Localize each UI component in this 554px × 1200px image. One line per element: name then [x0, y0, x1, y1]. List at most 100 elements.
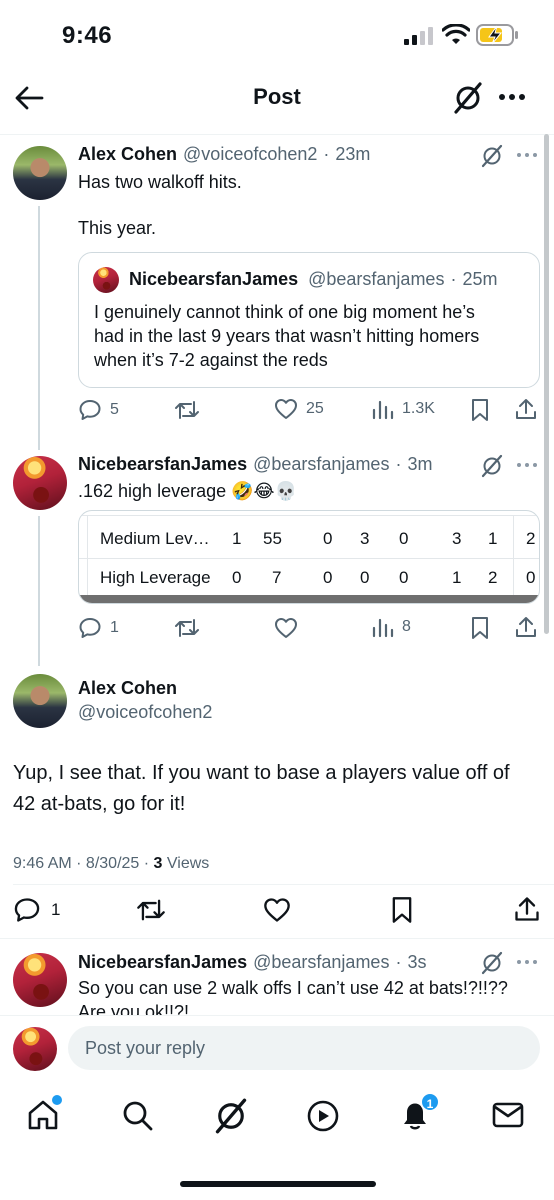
- views-label[interactable]: Views: [162, 855, 209, 872]
- reply-button[interactable]: 1: [78, 616, 119, 640]
- like-count: 25: [306, 400, 324, 417]
- grok-button[interactable]: [480, 144, 504, 168]
- post-time: 25m: [462, 269, 498, 289]
- thread-line: [38, 516, 40, 666]
- home-indicator: [180, 1181, 376, 1187]
- bookmark-button[interactable]: [470, 616, 490, 640]
- reply-button[interactable]: 5: [78, 398, 119, 422]
- tweet-more-button[interactable]: [516, 152, 538, 158]
- reply-post[interactable]: NicebearsfanJames @bearsfanjames · 3s So…: [0, 939, 554, 1015]
- reply-icon: [79, 618, 101, 638]
- reply-placeholder: Post your reply: [85, 1038, 206, 1058]
- views-button[interactable]: 8: [372, 616, 411, 638]
- table-cell: 3: [452, 529, 462, 548]
- new-posts-dot: [52, 1095, 62, 1105]
- author-handle[interactable]: @bearsfanjames: [253, 952, 389, 973]
- tweet-text: Are you ok!!?!: [78, 1002, 190, 1015]
- avatar[interactable]: [13, 146, 67, 200]
- heart-icon: [275, 399, 297, 419]
- nav-home[interactable]: [26, 1095, 62, 1132]
- play-video-icon: [307, 1100, 339, 1132]
- tweet-more-button[interactable]: [516, 959, 538, 965]
- repost-icon: [137, 899, 165, 921]
- bookmark-button[interactable]: [390, 896, 414, 924]
- table-cell: 0: [323, 568, 333, 587]
- repost-button[interactable]: [174, 616, 200, 640]
- more-dots-icon: [517, 960, 537, 964]
- reply-input[interactable]: Post your reply: [68, 1026, 540, 1070]
- tweet-header: Alex Cohen @voiceofcohen2 · 23m: [78, 144, 370, 165]
- like-button[interactable]: 25: [274, 398, 324, 420]
- table-cell: 3: [360, 529, 370, 548]
- view-count: 1.3K: [402, 400, 435, 417]
- like-button[interactable]: [274, 617, 298, 639]
- battery-charging-icon: [476, 24, 520, 46]
- bookmark-icon: [472, 399, 488, 421]
- nav-messages[interactable]: [491, 1100, 525, 1130]
- nav-search[interactable]: [120, 1098, 154, 1132]
- nav-grok[interactable]: [213, 1098, 249, 1134]
- author-handle[interactable]: @bearsfanjames: [253, 454, 389, 475]
- composer-divider: [0, 1015, 554, 1016]
- post-text: Yup, I see that. If you want to base a p…: [13, 762, 510, 784]
- view-count: 8: [402, 618, 411, 635]
- table-cell: 0: [232, 568, 242, 587]
- repost-button[interactable]: [174, 398, 200, 422]
- scrollbar[interactable]: [544, 134, 549, 634]
- nav-video[interactable]: [306, 1099, 340, 1133]
- cellular-signal-icon: [404, 27, 434, 45]
- grok-button[interactable]: [480, 951, 504, 975]
- author-handle[interactable]: @voiceofcohen2: [183, 144, 317, 165]
- table-cell: 0: [360, 568, 370, 587]
- share-icon: [515, 897, 539, 921]
- author-name[interactable]: Alex Cohen: [78, 678, 177, 699]
- views-chart-icon: [372, 400, 394, 420]
- wifi-icon: [442, 24, 470, 46]
- avatar[interactable]: [13, 456, 67, 510]
- tweet-text: This year.: [78, 218, 157, 238]
- bookmark-icon: [392, 897, 412, 923]
- views-chart-icon: [372, 618, 394, 638]
- thread-line: [38, 206, 40, 450]
- views-button[interactable]: 1.3K: [372, 398, 435, 420]
- author-handle[interactable]: @voiceofcohen2: [78, 702, 212, 723]
- share-icon: [516, 399, 536, 419]
- table-cell: 7: [272, 568, 282, 587]
- share-button[interactable]: [514, 397, 538, 421]
- separator: ·: [395, 454, 402, 474]
- tweet-more-button[interactable]: [516, 462, 538, 468]
- avatar[interactable]: [13, 674, 67, 728]
- more-dots-icon: [517, 153, 537, 157]
- timestamp-text: 9:46 AM · 8/30/25 ·: [13, 855, 154, 872]
- author-name[interactable]: NicebearsfanJames: [78, 454, 247, 475]
- bookmark-button[interactable]: [470, 398, 490, 422]
- avatar[interactable]: [13, 953, 67, 1007]
- more-options-button[interactable]: [498, 92, 528, 102]
- bookmark-icon: [472, 617, 488, 639]
- reply-button[interactable]: 1: [13, 896, 60, 924]
- separator: ·: [395, 952, 402, 972]
- repost-button[interactable]: [136, 896, 166, 924]
- grok-button[interactable]: [480, 454, 504, 478]
- reply-count: 1: [51, 900, 61, 919]
- grok-icon: [215, 1098, 247, 1134]
- search-icon: [123, 1101, 153, 1131]
- share-button[interactable]: [514, 615, 538, 639]
- tweet-header: NicebearsfanJames @bearsfanjames · 3s: [78, 952, 426, 973]
- grok-button[interactable]: [452, 82, 484, 114]
- divider: [13, 884, 554, 885]
- table-cell: 0: [399, 568, 409, 587]
- like-button[interactable]: [263, 897, 291, 923]
- post-text: 42 at-bats, go for it!: [13, 793, 186, 815]
- tweet-text: So you can use 2 walk offs I can’t use 4…: [78, 978, 508, 998]
- author-name[interactable]: NicebearsfanJames: [78, 952, 247, 973]
- share-button[interactable]: [513, 895, 541, 923]
- table-cell: High Leverage: [100, 568, 211, 587]
- reply-count: 1: [110, 619, 119, 636]
- nav-notifications[interactable]: 1: [398, 1092, 440, 1132]
- table-cell: 1: [488, 529, 498, 548]
- quoted-post[interactable]: NicebearsfanJames @bearsfanjames · 25m I…: [78, 252, 540, 388]
- tweet-text: Has two walkoff hits.: [78, 172, 242, 192]
- author-name[interactable]: Alex Cohen: [78, 144, 177, 165]
- stats-table-image[interactable]: Medium Lev… 1 55 0 3 0 3 1 2 High Levera…: [78, 510, 540, 604]
